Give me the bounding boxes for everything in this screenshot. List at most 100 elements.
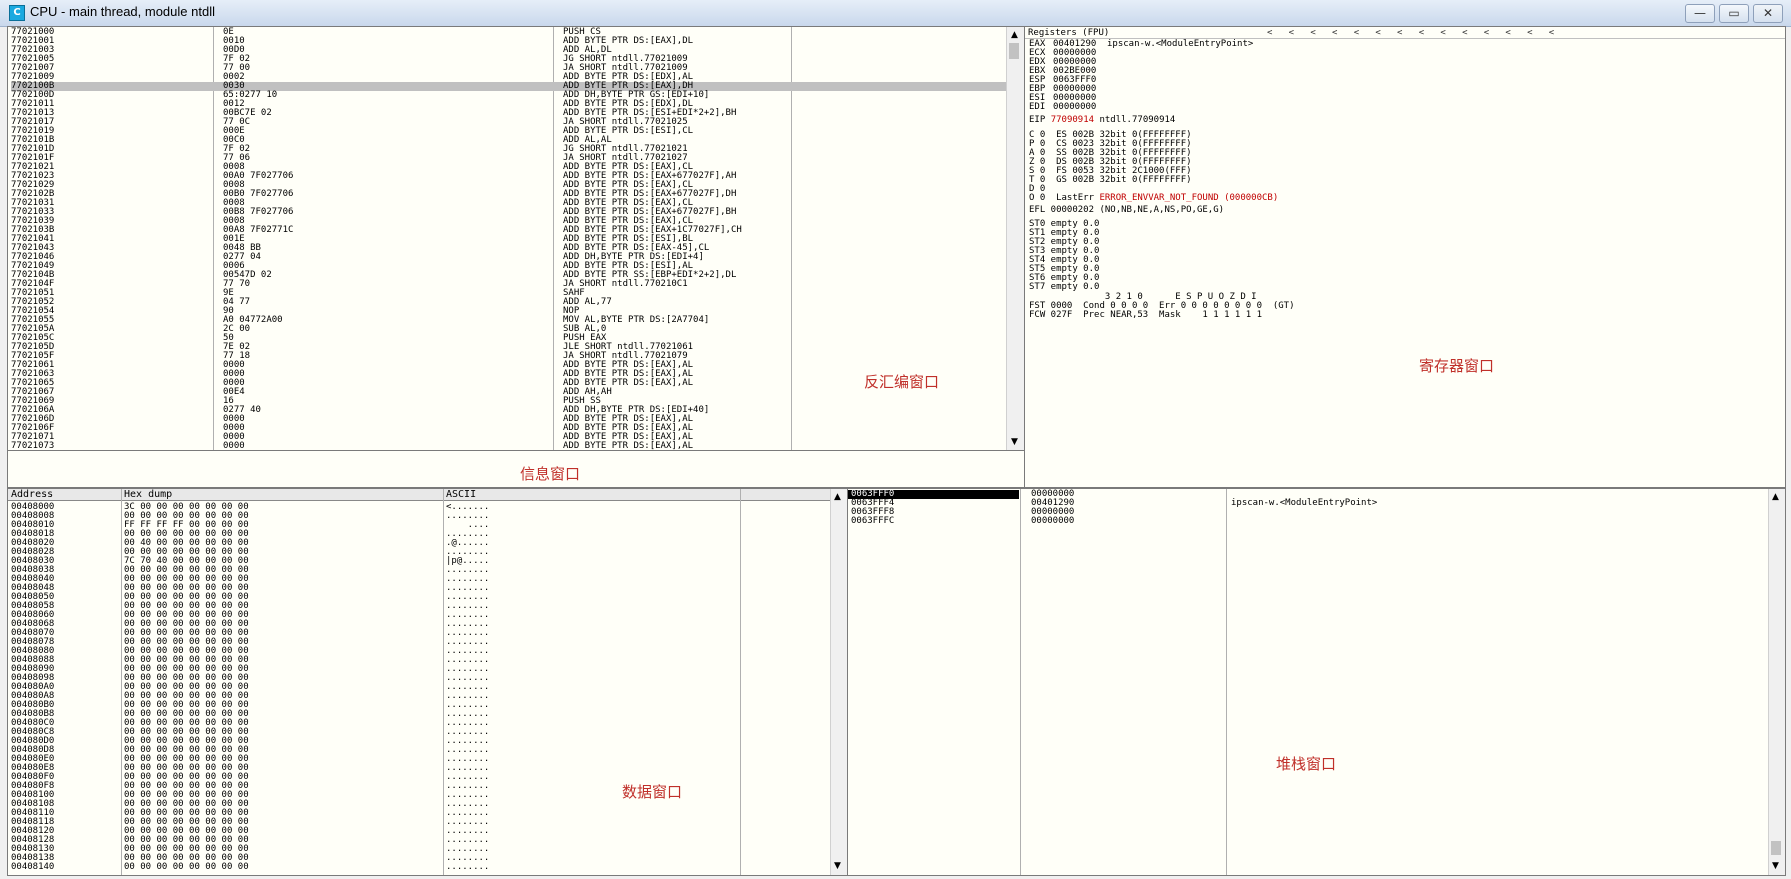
disasm-row[interactable]: 7702100D 65:0277 10 ADD DH,BYTE PTR GS:[ED… [11,91,1011,100]
disasm-row[interactable]: 77021049 0006 ADD BYTE PTR DS:[ESI],AL [11,262,1011,271]
registers-header: Registers (FPU) [1028,28,1110,38]
stack-address: 0063FFFC [851,516,895,526]
registers-pane[interactable]: Registers (FPU) < < < < < < < < < < < < … [1024,26,1786,488]
dump-row[interactable]: 00408140 00 00 00 00 00 00 00 00........ [11,863,831,872]
scroll-up-icon[interactable]: ▲ [1011,30,1018,40]
ascii-column-header[interactable]: ASCII [446,489,476,500]
disasm-row[interactable]: 77021001 0010 ADD BYTE PTR DS:[EAX],DL [11,37,1011,46]
disasm-row[interactable]: 77021023 00A0 7F027706 ADD BYTE PTR DS:[EA… [11,172,1011,181]
disasm-row[interactable]: 77021003 00D0 ADD AL,DL [11,46,1011,55]
disasm-row[interactable]: 7702105C 50 PUSH EAX [11,334,1011,343]
disasm-row[interactable]: 77021071 0000 ADD BYTE PTR DS:[EAX],AL [11,433,1011,442]
dump-ascii: ........ [446,862,490,872]
info-pane: 信息窗口 [7,450,1025,488]
disasm-row[interactable]: 77021043 0048 BB ADD BYTE PTR DS:[EAX-45],… [11,244,1011,253]
disasm-row[interactable]: 77021031 0008 ADD BYTE PTR DS:[EAX],CL [11,199,1011,208]
stack-window-label: 堆栈窗口 [1276,755,1337,773]
title-bar: C CPU - main thread, module ntdll — ▭ ✕ [0,0,1791,27]
register-value: 00000000 [1053,102,1097,112]
disassembly-scrollbar[interactable]: ▲ ▼ [1006,27,1024,450]
window-title: CPU - main thread, module ntdll [30,4,215,19]
stack-comment: ipscan-w.<ModuleEntryPoint> [1231,498,1378,508]
dump-scrollbar[interactable]: ▲ ▼ [830,489,847,875]
disasm-row[interactable]: 7702101B 00C0 ADD AL,AL [11,136,1011,145]
disasm-row[interactable]: 77021021 0008 ADD BYTE PTR DS:[EAX],CL [11,163,1011,172]
scroll-up-icon[interactable]: ▲ [834,492,841,502]
disasm-row[interactable]: 7702105D 7E 02 JLE SHORT ntdll.77021061 [11,343,1011,352]
minimize-button[interactable]: — [1685,4,1715,23]
lasterr-row: O 0 LastErr ERROR_ENVVAR_NOT_FOUND (0000… [1029,193,1279,203]
disasm-row[interactable]: 77021011 0012 ADD BYTE PTR DS:[EDX],DL [11,100,1011,109]
disasm-row[interactable]: 77021041 001E ADD BYTE PTR DS:[ESI],BL [11,235,1011,244]
disasm-row[interactable]: 77021046 0277 04 ADD DH,BYTE PTR DS:[EDI+4… [11,253,1011,262]
stack-value: 00000000 [1031,516,1075,526]
disasm-row[interactable]: 7702105A 2C 00 SUB AL,0 [11,325,1011,334]
disasm-row[interactable]: 77021061 0000 ADD BYTE PTR DS:[EAX],AL [11,361,1011,370]
disasm-row[interactable]: 7702106A 0277 40 ADD DH,BYTE PTR DS:[EDI+4… [11,406,1011,415]
scroll-thumb[interactable] [1771,841,1781,855]
stack-scrollbar[interactable]: ▲ ▼ [1768,489,1785,875]
disasm-row[interactable]: 7702101D 7F 02 JG SHORT ntdll.77021021 [11,145,1011,154]
dump-hex: 00 00 00 00 00 00 00 00 [124,862,249,872]
disasm-row[interactable]: 77021029 0008 ADD BYTE PTR DS:[EAX],CL [11,181,1011,190]
scroll-thumb[interactable] [1009,43,1019,59]
stack-row[interactable]: 0063FFF4 00401290 ipscan-w.<ModuleEntryPoi… [848,499,1768,508]
disasm-row[interactable]: 77021051 9E SAHF [11,289,1011,298]
efl-row[interactable]: EFL 00000202 (NO,NB,NE,A,NS,PO,GE,G) [1029,206,1224,215]
scroll-down-icon[interactable]: ▼ [1011,437,1018,447]
stack-pane[interactable]: 0063FFF0 00000000 0063FFF4 00401290 ipscan-w… [847,488,1786,876]
hex-column-header[interactable]: Hex dump [124,489,172,500]
app-icon: C [9,5,25,21]
register-comment: ipscan-w.<ModuleEntryPoint> [1107,39,1254,49]
disasm-row[interactable]: 77021054 90 NOP [11,307,1011,316]
disasm-row[interactable]: 7702105F 77 18 JA SHORT ntdll.77021079 [11,352,1011,361]
info-window-label: 信息窗口 [520,465,581,483]
disasm-row[interactable]: 77021005 7F 02 JG SHORT ntdll.77021009 [11,55,1011,64]
register-window-label: 寄存器窗口 [1419,357,1495,375]
dump-pane[interactable]: Address Hex dump ASCII 00408000 3C 00 00 … [7,488,848,876]
close-button[interactable]: ✕ [1753,4,1783,23]
disassembly-window-label: 反汇编窗口 [864,373,940,391]
address-column-header[interactable]: Address [11,489,53,500]
disasm-row[interactable]: 7702104F 77 70 JA SHORT ntdll.770210C1 [11,280,1011,289]
disasm-row[interactable]: 77021055 A0 04772A00 MOV AL,BYTE PTR DS:[2… [11,316,1011,325]
disasm-row[interactable]: 77021019 000E ADD BYTE PTR DS:[ESI],CL [11,127,1011,136]
fpu-register-row[interactable]: ST7 empty 0.0 [1029,283,1099,292]
disasm-row[interactable]: 7702103B 00A8 7F02771C ADD BYTE PTR DS:[EA… [11,226,1011,235]
disasm-row[interactable]: 7702102B 00B0 7F027706 ADD BYTE PTR DS:[EA… [11,190,1011,199]
disasm-row[interactable]: 7702106D 0000 ADD BYTE PTR DS:[EAX],AL [11,415,1011,424]
disasm-row[interactable]: 77021063 0000 ADD BYTE PTR DS:[EAX],AL [11,370,1011,379]
data-window-label: 数据窗口 [622,783,683,801]
dump-address: 00408140 [11,862,55,872]
disasm-row[interactable]: 77021007 77 00 JA SHORT ntdll.77021009 [11,64,1011,73]
register-name: EDI [1029,102,1046,112]
disasm-row[interactable]: 77021017 77 0C JA SHORT ntdll.77021025 [11,118,1011,127]
disasm-row[interactable]: 77021009 0002 ADD BYTE PTR DS:[EDX],AL [11,73,1011,82]
disasm-row[interactable]: 77021065 0000 ADD BYTE PTR DS:[EAX],AL [11,379,1011,388]
stack-row[interactable]: 0063FFF8 00000000 [848,508,1768,517]
register-nav-arrows[interactable]: < < < < < < < < < < < < < < [1267,29,1554,38]
scroll-down-icon[interactable]: ▼ [1772,861,1779,871]
flag-row[interactable]: T 0 GS 002B 32bit 0(FFFFFFFF) [1029,176,1192,185]
disasm-row[interactable]: 77021033 00B8 7F027706 ADD BYTE PTR DS:[EA… [11,208,1011,217]
lasterr-value: ERROR_ENVVAR_NOT_FOUND (000000CB) [1099,193,1279,203]
disasm-row[interactable]: 77021067 00E4 ADD AH,AH [11,388,1011,397]
stack-row[interactable]: 0063FFFC 00000000 [848,517,1768,526]
dump-header: Address Hex dump ASCII [8,489,830,501]
disasm-row[interactable]: 77021039 0008 ADD BYTE PTR DS:[EAX],CL [11,217,1011,226]
eip-row[interactable]: EIP 77090914 ntdll.77090914 [1029,116,1175,125]
disasm-row[interactable]: 77021069 16 PUSH SS [11,397,1011,406]
disasm-row[interactable]: 7702106F 0000 ADD BYTE PTR DS:[EAX],AL [11,424,1011,433]
scroll-down-icon[interactable]: ▼ [834,861,841,871]
disasm-row[interactable]: 77021052 04 77 ADD AL,77 [11,298,1011,307]
disasm-row[interactable]: 77021013 00BC7E 02 ADD BYTE PTR DS:[ESI+ED… [11,109,1011,118]
disasm-row[interactable]: 7702100B 0030 ADD BYTE PTR DS:[EAX],DH [11,82,1011,91]
eip-value: 77090914 [1050,115,1095,125]
scroll-up-icon[interactable]: ▲ [1772,492,1779,502]
disasm-row[interactable]: 7702104B 00547D 02 ADD BYTE PTR SS:[EBP+ED… [11,271,1011,280]
disasm-row[interactable]: 7702101F 77 06 JA SHORT ntdll.77021027 [11,154,1011,163]
disasm-row[interactable]: 77021000 0E PUSH CS [11,28,1011,37]
disassembly-pane[interactable]: 77021000 0E PUSH CS 77021001 0010 ADD BYTE PT… [7,26,1025,451]
maximize-button[interactable]: ▭ [1719,4,1749,23]
fcw-row[interactable]: FCW 027F Prec NEAR,53 Mask 1 1 1 1 1 1 [1029,311,1262,320]
